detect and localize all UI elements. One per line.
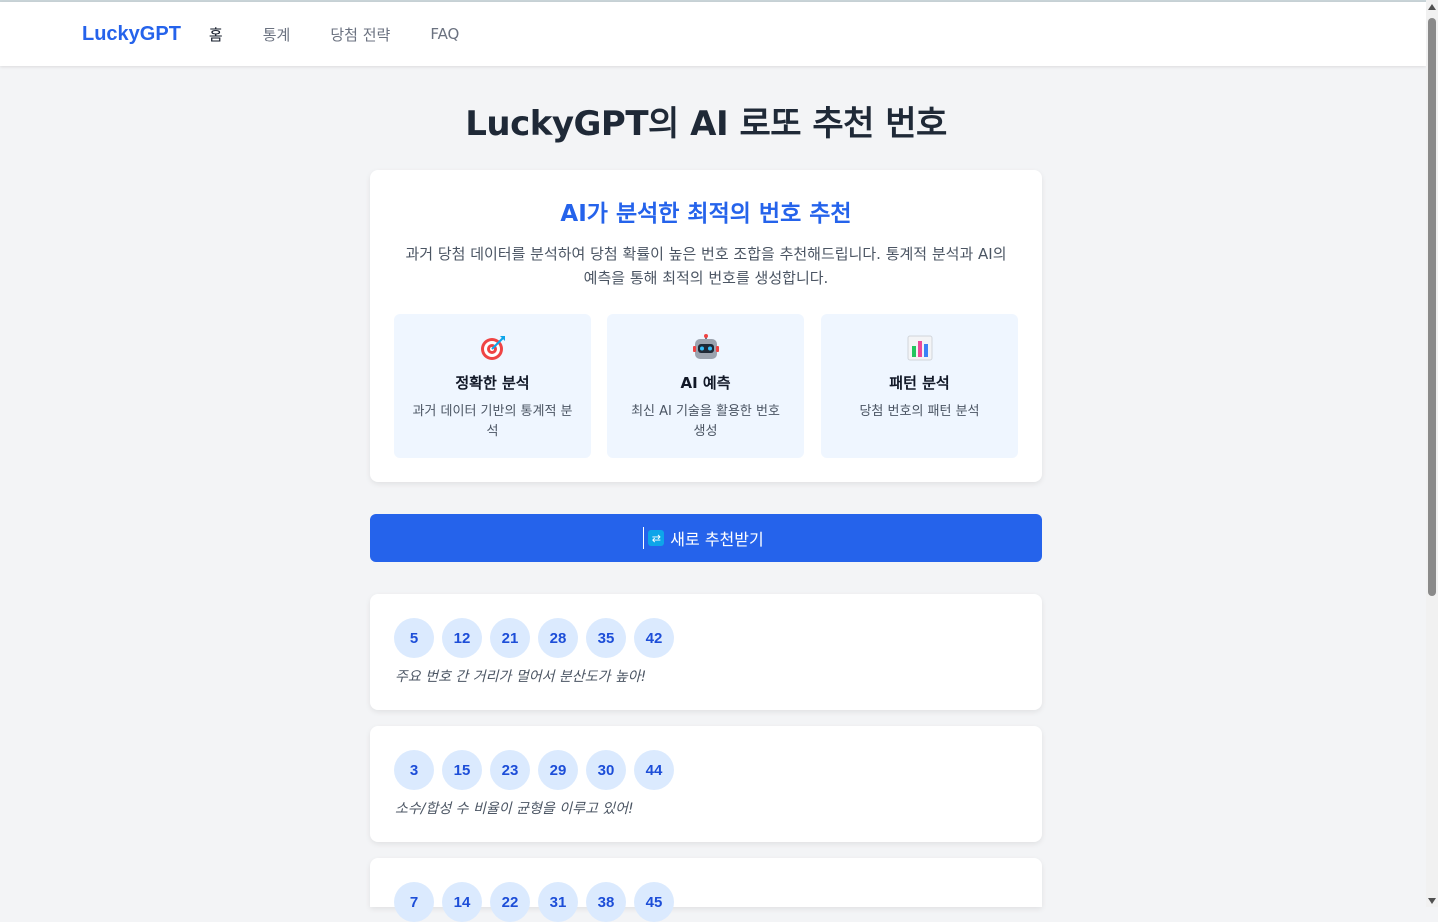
- lotto-ball: 5: [394, 618, 434, 658]
- combination-note: 소수/합성 수 비율이 균형을 이루고 있어!: [395, 801, 634, 817]
- feature-card-analysis: 정확한 분석 과거 데이터 기반의 통계적 분석: [394, 314, 591, 458]
- number-balls: 3 15 23 29 30 44: [394, 750, 674, 790]
- feature-card-pattern: 패턴 분석 당첨 번호의 패턴 분석: [821, 314, 1018, 458]
- lotto-ball: 28: [538, 618, 578, 658]
- feature-description: 최신 AI 기술을 활용한 번호 생성: [631, 404, 780, 439]
- lotto-ball: 45: [634, 882, 674, 922]
- nav-link-strategy[interactable]: 당첨 전략: [330, 24, 390, 45]
- lotto-ball: 15: [442, 750, 482, 790]
- lotto-ball: 35: [586, 618, 626, 658]
- feature-title: 정확한 분석: [455, 374, 530, 392]
- refresh-button-label: 새로 추천받기: [670, 530, 764, 549]
- robot-icon: [607, 334, 804, 362]
- nav-link-faq[interactable]: FAQ: [430, 25, 459, 43]
- feature-card-ai: AI 예측 최신 AI 기술을 활용한 번호 생성: [607, 314, 804, 458]
- number-balls: 5 12 21 28 35 42: [394, 618, 674, 658]
- intro-description: 과거 당첨 데이터를 분석하여 당첨 확률이 높은 번호 조합을 추천해드립니다…: [405, 245, 1007, 287]
- feature-title: 패턴 분석: [889, 374, 950, 392]
- number-balls: 7 14 22 31 38 45: [394, 882, 674, 922]
- lotto-ball: 3: [394, 750, 434, 790]
- brand-logo[interactable]: LuckyGPT: [82, 23, 181, 46]
- lotto-ball: 38: [586, 882, 626, 922]
- lotto-ball: 23: [490, 750, 530, 790]
- text-cursor: [643, 527, 644, 549]
- scrollbar-thumb[interactable]: [1428, 18, 1436, 596]
- combination-card: 3 15 23 29 30 44 소수/합성 수 비율이 균형을 이루고 있어!: [370, 726, 1042, 842]
- intro-heading: AI가 분석한 최적의 번호 추천: [560, 201, 852, 227]
- combination-card: 7 14 22 31 38 45: [370, 858, 1042, 922]
- lotto-ball: 29: [538, 750, 578, 790]
- scroll-up-arrow-icon[interactable]: [1428, 4, 1436, 10]
- scroll-down-arrow-icon[interactable]: [1428, 898, 1436, 904]
- lotto-ball: 31: [538, 882, 578, 922]
- lotto-ball: 30: [586, 750, 626, 790]
- lotto-ball: 7: [394, 882, 434, 922]
- refresh-recommendation-button[interactable]: ⇄ 새로 추천받기: [370, 514, 1042, 562]
- lotto-ball: 42: [634, 618, 674, 658]
- combination-note: 주요 번호 간 거리가 멀어서 분산도가 높아!: [395, 669, 647, 685]
- lotto-ball: 44: [634, 750, 674, 790]
- page-title: LuckyGPT의 AI 로또 추천 번호: [465, 104, 947, 144]
- lotto-ball: 21: [490, 618, 530, 658]
- lotto-ball: 22: [490, 882, 530, 922]
- feature-description: 당첨 번호의 패턴 분석: [859, 404, 980, 419]
- feature-description: 과거 데이터 기반의 통계적 분석: [412, 404, 573, 439]
- refresh-icon: ⇄: [648, 530, 665, 546]
- nav-link-home[interactable]: 홈: [209, 24, 223, 45]
- nav-link-stats[interactable]: 통계: [263, 24, 291, 45]
- target-icon: [394, 334, 591, 362]
- lotto-ball: 12: [442, 618, 482, 658]
- page-scrollbar[interactable]: [1426, 0, 1438, 907]
- bar-chart-icon: [821, 334, 1018, 362]
- top-navbar: LuckyGPT 홈 통계 당첨 전략 FAQ: [0, 2, 1426, 66]
- feature-title: AI 예측: [680, 374, 731, 392]
- combination-card: 5 12 21 28 35 42 주요 번호 간 거리가 멀어서 분산도가 높아…: [370, 594, 1042, 710]
- lotto-ball: 14: [442, 882, 482, 922]
- intro-card: AI가 분석한 최적의 번호 추천 과거 당첨 데이터를 분석하여 당첨 확률이…: [370, 170, 1042, 482]
